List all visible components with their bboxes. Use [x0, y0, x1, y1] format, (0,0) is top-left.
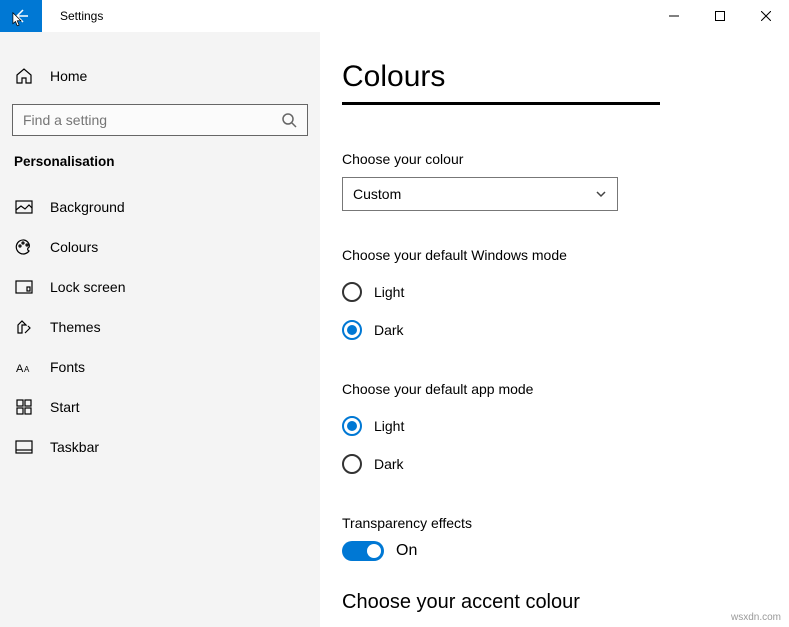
transparency-label: Transparency effects: [342, 515, 789, 531]
dropdown-value: Custom: [353, 186, 595, 202]
transparency-toggle[interactable]: [342, 541, 384, 561]
page-title: Colours: [342, 60, 789, 94]
sidebar-item-colours[interactable]: Colours: [0, 227, 320, 267]
watermark: wsxdn.com: [731, 612, 781, 623]
themes-icon: [14, 317, 34, 337]
windows-mode-group: Light Dark: [342, 273, 789, 349]
home-icon: [14, 66, 34, 86]
sidebar-item-taskbar[interactable]: Taskbar: [0, 427, 320, 467]
sidebar-item-label: Colours: [50, 239, 98, 255]
windows-mode-dark[interactable]: Dark: [342, 311, 789, 349]
back-button[interactable]: [0, 0, 42, 32]
sidebar-item-label: Background: [50, 199, 125, 215]
sidebar-item-label: Fonts: [50, 359, 85, 375]
radio-label: Dark: [374, 322, 404, 338]
radio-icon: [342, 320, 362, 340]
radio-label: Light: [374, 284, 404, 300]
lockscreen-icon: [14, 277, 34, 297]
sidebar-item-label: Themes: [50, 319, 101, 335]
fonts-icon: AA: [14, 357, 34, 377]
close-icon: [761, 11, 771, 21]
home-label: Home: [50, 68, 87, 84]
accent-colour-title: Choose your accent colour: [342, 591, 789, 614]
minimize-icon: [669, 11, 679, 21]
category-header: Personalisation: [0, 154, 320, 169]
sidebar-item-lockscreen[interactable]: Lock screen: [0, 267, 320, 307]
toggle-thumb: [367, 544, 381, 558]
title-underline: [342, 102, 660, 105]
app-mode-label: Choose your default app mode: [342, 381, 789, 397]
search-input[interactable]: [12, 104, 308, 136]
arrow-left-icon: [13, 8, 29, 24]
sidebar-item-label: Lock screen: [50, 279, 125, 295]
radio-icon: [342, 454, 362, 474]
minimize-button[interactable]: [651, 0, 697, 32]
palette-icon: [14, 237, 34, 257]
radio-icon: [342, 282, 362, 302]
sidebar-item-label: Start: [50, 399, 80, 415]
radio-label: Dark: [374, 456, 404, 472]
sidebar-item-background[interactable]: Background: [0, 187, 320, 227]
sidebar-item-themes[interactable]: Themes: [0, 307, 320, 347]
sidebar-item-start[interactable]: Start: [0, 387, 320, 427]
maximize-icon: [715, 11, 725, 21]
close-button[interactable]: [743, 0, 789, 32]
toggle-state: On: [396, 542, 417, 560]
titlebar: Settings: [0, 0, 789, 32]
main-content: Colours Choose your colour Custom Choose…: [320, 32, 789, 627]
radio-icon: [342, 416, 362, 436]
sidebar-item-label: Taskbar: [50, 439, 99, 455]
window-title: Settings: [60, 0, 103, 32]
radio-label: Light: [374, 418, 404, 434]
transparency-toggle-row: On: [342, 541, 789, 561]
taskbar-icon: [14, 437, 34, 457]
window-controls: [651, 0, 789, 32]
svg-text:A: A: [24, 365, 30, 374]
app-mode-light[interactable]: Light: [342, 407, 789, 445]
start-icon: [14, 397, 34, 417]
sidebar: Home Personalisation Background Colours …: [0, 32, 320, 627]
windows-mode-label: Choose your default Windows mode: [342, 247, 789, 263]
colour-dropdown[interactable]: Custom: [342, 177, 618, 211]
search-icon: [281, 112, 297, 128]
app-mode-dark[interactable]: Dark: [342, 445, 789, 483]
search-field[interactable]: [23, 112, 281, 128]
choose-colour-label: Choose your colour: [342, 151, 789, 167]
sidebar-item-fonts[interactable]: AA Fonts: [0, 347, 320, 387]
windows-mode-light[interactable]: Light: [342, 273, 789, 311]
svg-text:A: A: [16, 363, 24, 375]
app-mode-group: Light Dark: [342, 407, 789, 483]
chevron-down-icon: [595, 188, 607, 200]
picture-icon: [14, 197, 34, 217]
maximize-button[interactable]: [697, 0, 743, 32]
home-nav[interactable]: Home: [0, 56, 320, 96]
